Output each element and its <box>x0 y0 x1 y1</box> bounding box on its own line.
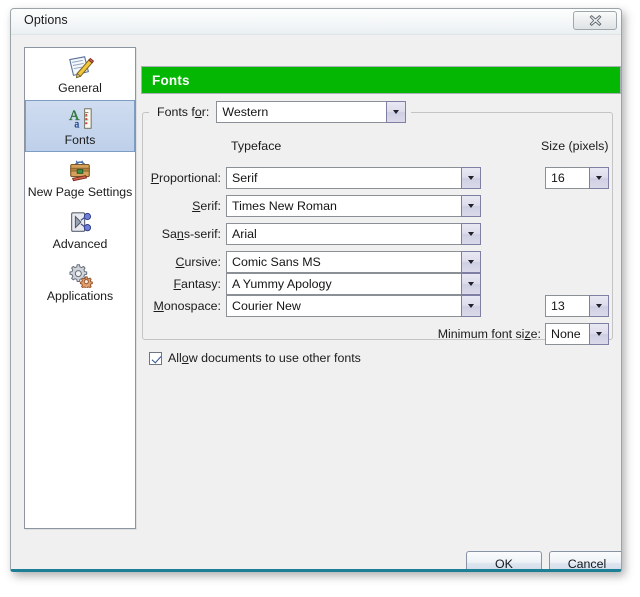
sidebar-item-label: Applications <box>46 289 114 303</box>
notepad-pencil-icon <box>69 56 95 79</box>
cursive-label: Cursive: <box>175 255 221 269</box>
monospace-label: Monospace: <box>153 299 221 313</box>
font-ruler-icon: A a <box>69 108 92 130</box>
chevron-down-icon[interactable] <box>461 273 481 295</box>
toolbox-icon <box>70 160 90 182</box>
page-title-banner: Fonts <box>141 66 621 94</box>
chevron-down-icon[interactable] <box>589 323 609 345</box>
serif-label: Serif: <box>192 199 221 213</box>
allow-other-fonts-checkbox[interactable]: Allow documents to use other fonts <box>149 351 361 365</box>
chevron-down-icon[interactable] <box>461 167 481 189</box>
sidebar-item-advanced[interactable]: Advanced <box>25 204 135 256</box>
fonts-for-row: Fonts for: Western <box>149 101 412 123</box>
monospace-size-combobox[interactable]: 13 <box>545 295 609 317</box>
sidebar-item-applications[interactable]: Applications <box>25 256 135 308</box>
ok-button[interactable]: OK <box>466 551 542 569</box>
sans-serif-value: Arial <box>226 223 461 245</box>
fantasy-value: A Yummy Apology <box>226 273 461 295</box>
monospace-combobox[interactable]: Courier New <box>226 295 481 317</box>
options-dialog-window: Options General A a Fonts New Page Setti… <box>10 8 622 572</box>
sidebar-item-label: Fonts <box>64 133 96 147</box>
serif-combobox[interactable]: Times New Roman <box>226 195 481 217</box>
sidebar-item-new-page-settings[interactable]: New Page Settings <box>25 152 135 204</box>
chevron-down-icon[interactable] <box>589 167 609 189</box>
fonts-for-value: Western <box>216 101 387 123</box>
sidebar-item-label: Advanced <box>52 237 108 251</box>
window-title: Options <box>24 13 68 27</box>
category-sidebar: General A a Fonts New Page Settings Adva… <box>24 47 136 529</box>
monospace-value: Courier New <box>226 295 461 317</box>
svg-text:a: a <box>74 118 79 130</box>
settings-panel: Fonts Fonts for: Western Typeface Size (… <box>141 47 621 569</box>
proportional-value: Serif <box>226 167 461 189</box>
sans-serif-label: Sans-serif: <box>161 227 221 241</box>
proportional-label: Proportional: <box>150 171 221 185</box>
switch-node-icon <box>71 212 92 232</box>
fonts-for-label: Fonts for: <box>157 105 210 119</box>
proportional-size-combobox[interactable]: 16 <box>545 167 609 189</box>
close-button[interactable] <box>573 11 617 30</box>
typeface-column-header: Typeface <box>231 139 282 153</box>
cancel-button[interactable]: Cancel <box>549 551 621 569</box>
dialog-body: General A a Fonts New Page Settings Adva… <box>11 35 621 569</box>
minimum-font-size-value: None <box>545 323 589 345</box>
serif-value: Times New Roman <box>226 195 461 217</box>
chevron-down-icon[interactable] <box>461 295 481 317</box>
cursive-value: Comic Sans MS <box>226 251 461 273</box>
sidebar-item-label: General <box>58 81 102 95</box>
monospace-size-value: 13 <box>545 295 589 317</box>
size-column-header: Size (pixels) <box>541 139 609 153</box>
page-title: Fonts <box>152 72 190 88</box>
screenshot-root: Options General A a Fonts New Page Setti… <box>0 0 640 597</box>
close-icon <box>589 15 601 26</box>
allow-other-fonts-label: Allow documents to use other fonts <box>168 351 361 365</box>
fantasy-combobox[interactable]: A Yummy Apology <box>226 273 481 295</box>
proportional-size-value: 16 <box>545 167 589 189</box>
cursive-combobox[interactable]: Comic Sans MS <box>226 251 481 273</box>
sidebar-item-general[interactable]: General <box>25 48 135 100</box>
chevron-down-icon[interactable] <box>461 251 481 273</box>
minimum-font-size-combobox[interactable]: None <box>545 323 609 345</box>
proportional-combobox[interactable]: Serif <box>226 167 481 189</box>
sidebar-item-label: New Page Settings <box>27 185 133 199</box>
gears-icon <box>69 264 93 288</box>
sidebar-item-fonts[interactable]: A a Fonts <box>25 100 135 152</box>
checkbox-box[interactable] <box>149 351 162 365</box>
sans-serif-combobox[interactable]: Arial <box>226 223 481 245</box>
fantasy-label: Fantasy: <box>173 277 221 291</box>
chevron-down-icon[interactable] <box>386 101 407 123</box>
chevron-down-icon[interactable] <box>461 195 481 217</box>
chevron-down-icon[interactable] <box>461 223 481 245</box>
fonts-for-combobox[interactable]: Western <box>216 101 407 123</box>
minimum-font-size-label: Minimum font size: <box>437 327 541 341</box>
chevron-down-icon[interactable] <box>589 295 609 317</box>
title-bar: Options <box>11 9 621 35</box>
